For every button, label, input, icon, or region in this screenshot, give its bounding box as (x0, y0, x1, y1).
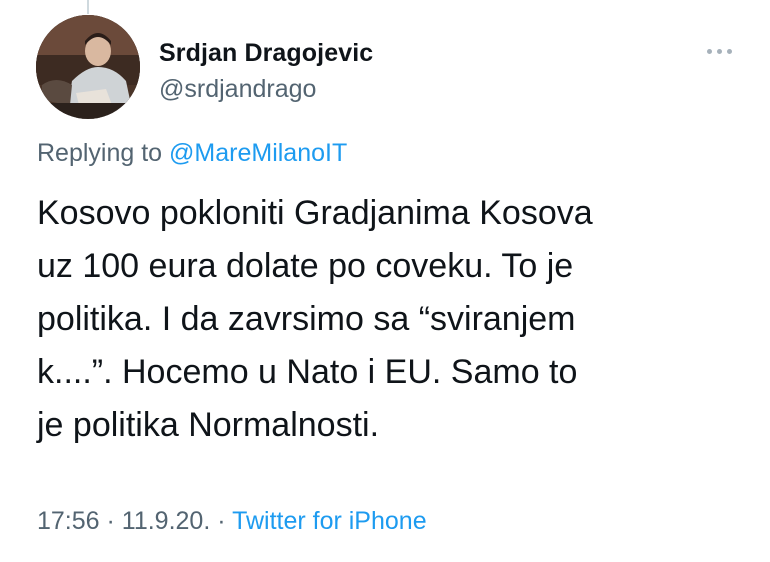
author-display-name[interactable]: Srdjan Dragojevic (159, 38, 373, 68)
tweet-time[interactable]: 17:56 (37, 507, 100, 535)
meta-separator: · (99, 507, 122, 535)
avatar-photo (36, 15, 140, 119)
tweet-text-line: uz 100 eura dolate po coveku. To je (37, 247, 574, 285)
more-horizontal-icon-dot (727, 49, 732, 54)
tweet-date[interactable]: 11.9.20. (122, 507, 211, 535)
tweet-text-line: k....”. Hocemo u Nato i EU. Samo to (37, 353, 578, 391)
tweet-text: Kosovo pokloniti Gradjanima Kosova uz 10… (37, 187, 737, 452)
tweet-text-line: Kosovo pokloniti Gradjanima Kosova (37, 194, 593, 232)
replying-to: Replying to @MareMilanoIT (37, 137, 347, 169)
author-handle[interactable]: @srdjandrago (159, 74, 373, 104)
tweet-metadata: 17:56 · 11.9.20. · Twitter for iPhone (37, 505, 427, 537)
replying-to-label: Replying to (37, 139, 163, 167)
tweet: Srdjan Dragojevic @srdjandrago Replying … (0, 0, 770, 562)
tweet-author[interactable]: Srdjan Dragojevic @srdjandrago (159, 38, 373, 104)
tweet-source-link[interactable]: Twitter for iPhone (232, 507, 427, 535)
reply-mention-link[interactable]: @MareMilanoIT (169, 139, 347, 167)
more-options-button[interactable] (703, 40, 737, 64)
avatar[interactable] (36, 15, 140, 119)
more-horizontal-icon-dot (717, 49, 722, 54)
more-horizontal-icon (707, 49, 712, 54)
tweet-text-line: politika. I da zavrsimo sa “sviranjem (37, 300, 576, 338)
meta-separator: · (210, 507, 233, 535)
tweet-text-line: je politika Normalnosti. (37, 406, 380, 444)
